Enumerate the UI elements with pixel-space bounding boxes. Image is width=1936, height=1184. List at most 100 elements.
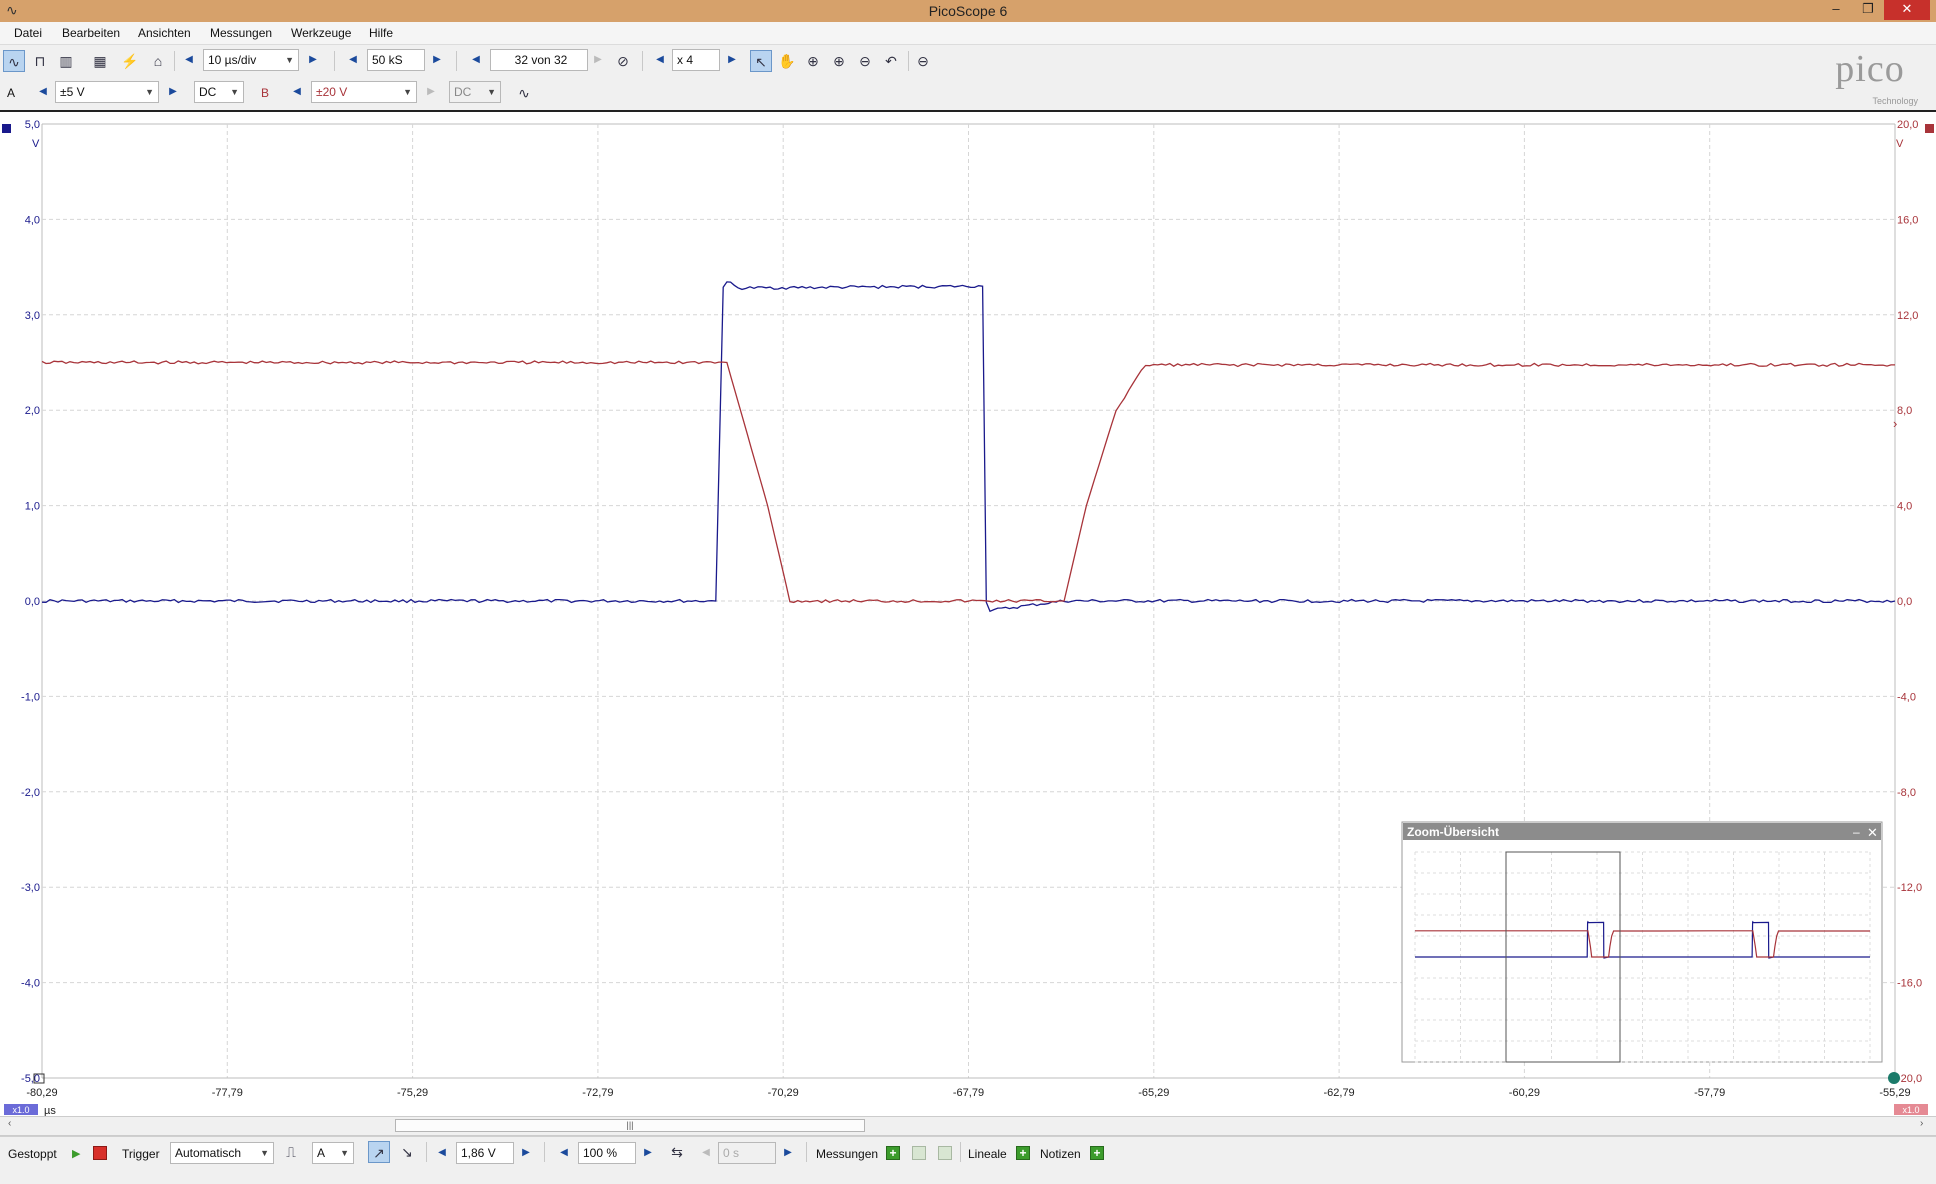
zoom-overview-close-icon[interactable]: ✕ (1867, 825, 1878, 840)
home-icon[interactable]: ⌂ (147, 50, 169, 72)
channel-options-icon[interactable]: ▦ (89, 50, 111, 72)
edit-measurement-icon[interactable] (912, 1146, 926, 1160)
trigger-source-select[interactable]: A ▼ (312, 1142, 354, 1164)
scrollbar-thumb[interactable]: ||| (395, 1119, 865, 1132)
timebase-next-icon[interactable]: ▶ (305, 49, 321, 71)
trigger-level-next-icon[interactable]: ▶ (518, 1142, 534, 1164)
x-tick-label: -77,79 (212, 1087, 243, 1099)
delay-field[interactable]: 0 s (718, 1142, 776, 1164)
notes-label: Notizen (1040, 1147, 1081, 1161)
buffer-navigator-icon[interactable]: ⊘ (612, 50, 634, 72)
stop-icon[interactable] (93, 1146, 107, 1160)
channel-a-label[interactable]: A (7, 86, 15, 100)
buffer-prev-icon[interactable]: ◀ (468, 49, 484, 71)
samples-select[interactable]: 50 kS (367, 49, 425, 71)
spectrum-mode-icon[interactable]: ▥ (55, 50, 77, 72)
trigger-level-prev-icon[interactable]: ◀ (434, 1142, 450, 1164)
right-tick-label: -4,0 (1897, 691, 1916, 703)
menu-messungen[interactable]: Messungen (210, 26, 272, 40)
rising-edge-icon[interactable]: ↗ (368, 1141, 390, 1163)
close-icon[interactable]: ✕ (1884, 0, 1930, 20)
left-tick-label: -4,0 (21, 978, 40, 990)
buffer-field[interactable]: 32 von 32 (490, 49, 588, 71)
signal-generator-icon[interactable]: ∿ (513, 82, 535, 104)
trigger-mode-select[interactable]: Automatisch ▼ (170, 1142, 274, 1164)
rulers-settings-icon[interactable]: + (1016, 1146, 1030, 1160)
pretrigger-next-icon[interactable]: ▶ (640, 1142, 656, 1164)
left-axis-unit: V (32, 138, 40, 150)
status-bar: Gestoppt ▶ Trigger Automatisch ▼ ⎍ A ▼ ↗ ↘… (0, 1136, 1936, 1169)
probe-icon[interactable]: ⚡ (119, 50, 141, 72)
scope-mode-icon[interactable]: ∿ (3, 50, 25, 72)
right-axis-unit: V (1896, 138, 1904, 150)
pretrigger-prev-icon[interactable]: ◀ (556, 1142, 572, 1164)
zoom-out-icon[interactable]: ⊖ (854, 50, 876, 72)
measurements-label: Messungen (816, 1147, 879, 1161)
persistence-mode-icon[interactable]: ⊓ (29, 50, 51, 72)
right-scale-badge-text: x1.0 (1902, 1105, 1919, 1115)
zoom-fit-icon[interactable]: ⊖ (912, 50, 934, 72)
channel-a-coupling-select[interactable]: DC ▼ (194, 81, 244, 103)
delete-measurement-icon[interactable] (938, 1146, 952, 1160)
hand-tool-icon[interactable]: ✋ (776, 50, 798, 72)
start-icon[interactable]: ▶ (72, 1147, 80, 1160)
scope-view[interactable]: 5,0 4,0 3,0 2,0 1,0 0,0 -1,0 -2,0 -3,0 -4,0 -5,0 2… (0, 110, 1936, 1137)
channel-a-marker (2, 124, 11, 133)
channel-b-label[interactable]: B (261, 86, 269, 100)
zoom-overview-panel[interactable]: Zoom-Übersicht – ✕ (1401, 821, 1883, 1063)
channel-b-range-select[interactable]: ±20 V ▼ (311, 81, 417, 103)
x-tick-label: -72,79 (582, 1087, 613, 1099)
scroll-right-icon[interactable]: › (1920, 1118, 1923, 1129)
trigger-mode-value: Automatisch (175, 1146, 242, 1160)
channel-a-range-select[interactable]: ±5 V ▼ (55, 81, 159, 103)
pretrigger-field[interactable]: 100 % (578, 1142, 636, 1164)
zoom-in-icon[interactable]: ⊕ (828, 50, 850, 72)
horizontal-scrollbar[interactable]: ‹ ||| › (0, 1116, 1936, 1136)
notes-toggle-icon[interactable]: + (1090, 1146, 1104, 1160)
timebase-prev-icon[interactable]: ◀ (181, 49, 197, 71)
menu-ansichten[interactable]: Ansichten (138, 26, 191, 40)
zoom-field[interactable]: x 4 (672, 49, 720, 71)
restore-icon[interactable]: ❐ (1852, 0, 1884, 20)
channel-a-range-next-icon[interactable]: ▶ (165, 81, 181, 103)
channel-b-offset-marker[interactable]: › (1893, 416, 1897, 431)
timebase-value: 10 µs/div (208, 53, 257, 67)
zoom-area-icon[interactable]: ⊕ (802, 50, 824, 72)
zoom-next-icon[interactable]: ▶ (724, 49, 740, 71)
pretrigger-value: 100 % (583, 1146, 618, 1160)
falling-edge-icon[interactable]: ↘ (396, 1141, 418, 1163)
samples-prev-icon[interactable]: ◀ (345, 49, 361, 71)
right-tick-label: 12,0 (1897, 310, 1918, 322)
post-trigger-icon[interactable]: ⇆ (666, 1141, 688, 1163)
zoom-overview-minimize-icon[interactable]: – (1853, 825, 1860, 839)
menu-hilfe[interactable]: Hilfe (369, 26, 393, 40)
channel-b-range-prev-icon[interactable]: ◀ (289, 81, 305, 103)
menu-datei[interactable]: Datei (14, 26, 42, 40)
buffer-next-icon[interactable]: ▶ (590, 49, 606, 71)
delay-next-icon[interactable]: ▶ (780, 1142, 796, 1164)
menu-werkzeuge[interactable]: Werkzeuge (291, 26, 351, 40)
undo-zoom-icon[interactable]: ↶ (880, 50, 902, 72)
timebase-select[interactable]: 10 µs/div ▼ (203, 49, 299, 71)
minimize-icon[interactable]: – (1820, 0, 1852, 20)
samples-next-icon[interactable]: ▶ (429, 49, 445, 71)
trigger-level-field[interactable]: 1,86 V (456, 1142, 514, 1164)
delay-prev-icon[interactable]: ◀ (698, 1142, 714, 1164)
menu-bearbeiten[interactable]: Bearbeiten (62, 26, 120, 40)
zoom-prev-icon[interactable]: ◀ (652, 49, 668, 71)
channel-b-coupling-select[interactable]: DC ▼ (449, 81, 501, 103)
trigger-source-value: A (317, 1146, 326, 1160)
trigger-type-icon[interactable]: ⎍ (280, 1141, 302, 1163)
samples-value: 50 kS (372, 53, 403, 67)
chevron-down-icon: ▼ (260, 1148, 269, 1158)
left-tick-label: -3,0 (21, 882, 40, 894)
trigger-label: Trigger (122, 1147, 160, 1161)
add-measurement-icon[interactable]: + (886, 1146, 900, 1160)
left-tick-label: 2,0 (25, 405, 40, 417)
oscilloscope-plot[interactable]: 5,04,03,02,01,00,0-1,0-2,0-3,0-4,0-5,0 2… (0, 112, 1936, 1118)
ruler-handle[interactable] (1888, 1072, 1900, 1084)
pointer-tool-icon[interactable]: ↖ (750, 50, 772, 72)
channel-b-range-next-icon[interactable]: ▶ (423, 81, 439, 103)
scroll-left-icon[interactable]: ‹ (8, 1118, 11, 1129)
channel-a-range-prev-icon[interactable]: ◀ (35, 81, 51, 103)
